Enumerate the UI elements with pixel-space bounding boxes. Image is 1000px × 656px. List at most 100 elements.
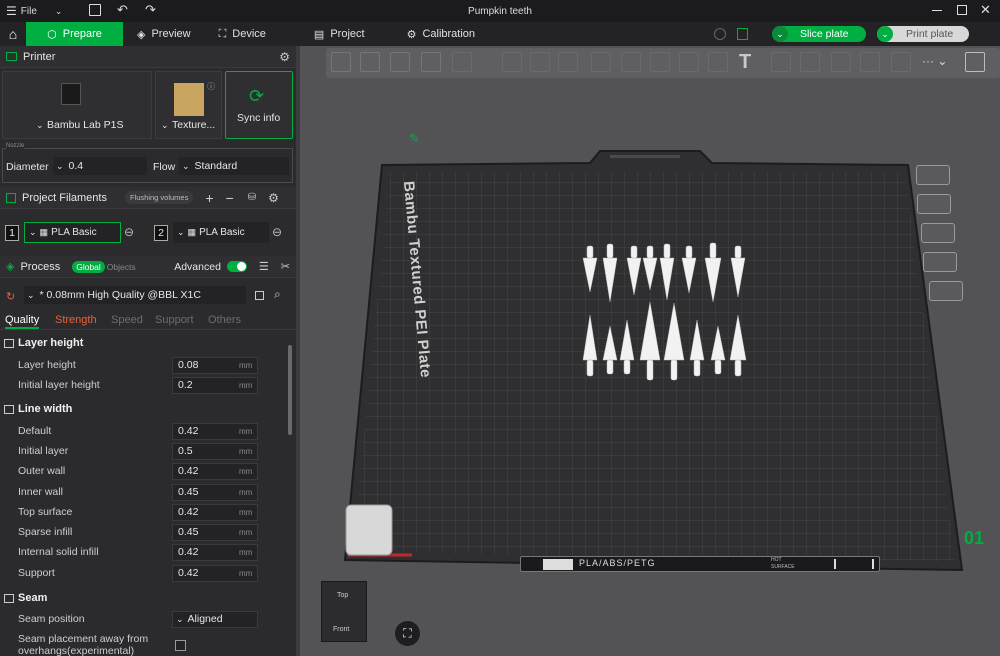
tab-prepare[interactable]: ⬡ Prepare: [26, 22, 123, 46]
advanced-label: Advanced: [174, 260, 221, 273]
setting-label: Initial layer height: [18, 379, 100, 391]
unit-label: mm: [239, 466, 253, 476]
cube-icon: ⬡: [47, 28, 57, 41]
nozzle-legend: Nozzle: [6, 143, 25, 149]
file-menu[interactable]: ☰ File ⌄: [6, 0, 62, 22]
close-icon[interactable]: ✕: [980, 2, 991, 18]
minimize-icon[interactable]: [932, 10, 942, 11]
process-header-label: Process: [20, 260, 61, 273]
tab-calibration[interactable]: ⚙ Calibration: [393, 22, 489, 46]
chevron-down-icon: ⌄: [177, 227, 185, 237]
chevron-down-icon[interactable]: ⌄: [55, 6, 63, 17]
unit-label: mm: [239, 507, 253, 517]
filament-slot-2[interactable]: 2 ⌄ ▦ PLA Basic ⊖: [154, 222, 289, 244]
view-cube[interactable]: Top Front: [321, 581, 367, 642]
globe-icon[interactable]: [714, 28, 726, 40]
unit-label: mm: [239, 446, 253, 456]
global-toggle[interactable]: Global: [72, 260, 105, 273]
diameter-select[interactable]: ⌄ 0.4: [53, 157, 147, 175]
print-plate-label: Print plate: [906, 28, 954, 40]
setting-row: Seam position ⌄ Aligned: [0, 609, 296, 629]
view-front-label[interactable]: Front: [333, 626, 349, 633]
home-icon: ⌂: [8, 26, 18, 42]
3d-viewport[interactable]: T ··· ⌄ Bambu Textured PEI Plate ✎ PLA/A…: [300, 46, 1000, 656]
flushing-volumes-button[interactable]: Flushing volumes: [124, 191, 194, 204]
list-icon[interactable]: ☰: [259, 260, 269, 273]
lock-plate-icon[interactable]: [923, 252, 957, 272]
diameter-label: Diameter: [6, 161, 49, 173]
setting-label: Top surface: [18, 506, 73, 518]
slice-plate-label: Slice plate: [800, 28, 849, 40]
auto-orient-plate-icon[interactable]: [917, 194, 951, 214]
subtab-quality[interactable]: Quality: [5, 314, 40, 329]
save-preset-icon[interactable]: [255, 291, 264, 300]
layer-height-section: Layer height: [4, 337, 83, 349]
sync-info-label: Sync info: [237, 112, 281, 124]
print-plate-button[interactable]: ⌄ Print plate: [877, 26, 969, 42]
chevron-down-icon: ⌄: [27, 289, 35, 300]
view-top-label[interactable]: Top: [337, 592, 348, 599]
hot-surface-text: HOT: [771, 557, 782, 563]
plate-settings-icon[interactable]: [929, 281, 963, 301]
gear-icon[interactable]: ⚙: [268, 191, 279, 205]
chevron-down-icon: ⌄: [161, 120, 169, 130]
seam-away-checkbox[interactable]: [175, 640, 186, 651]
subtab-support[interactable]: Support: [155, 314, 194, 326]
pencil-icon[interactable]: ✎: [409, 131, 420, 147]
filament-select[interactable]: ⌄ ▦ PLA Basic: [173, 222, 269, 243]
chevron-down-icon: ⌄: [772, 26, 788, 42]
filament-select[interactable]: ⌄ ▦ PLA Basic: [24, 222, 121, 243]
subtab-others[interactable]: Others: [208, 314, 241, 326]
hamburger-icon: ☰: [6, 4, 17, 18]
tab-preview[interactable]: ◈ Preview: [123, 22, 205, 46]
save-icon[interactable]: [89, 4, 101, 16]
search-icon[interactable]: ⌕: [274, 287, 281, 302]
info-icon[interactable]: ⓘ: [207, 81, 215, 92]
filament-remove-icon[interactable]: ⊖: [272, 225, 282, 239]
plate-strip: PLA/ABS/PETG HOT SURFACE: [520, 556, 880, 572]
plate-card[interactable]: ⓘ ⌄ Texture...: [155, 71, 222, 139]
gear-icon[interactable]: ⚙: [279, 50, 290, 64]
tools-icon[interactable]: ✂: [281, 260, 290, 273]
tab-device[interactable]: ⛶ Device: [205, 22, 280, 46]
setting-row: Internal solid infill 0.42 mm: [0, 542, 296, 562]
setting-label: Default: [18, 425, 52, 437]
objects-toggle[interactable]: Objects: [107, 262, 136, 272]
setting-label: Seam position: [18, 613, 85, 625]
undo-icon[interactable]: ↶: [117, 2, 128, 18]
setting-row: Outer wall 0.42 mm: [0, 461, 296, 481]
process-preset-select[interactable]: ⌄ * 0.08mm High Quality @BBL X1C: [24, 286, 246, 304]
slice-plate-button[interactable]: ⌄ Slice plate: [772, 26, 866, 42]
flow-select[interactable]: ⌄ Standard: [179, 157, 289, 175]
advanced-switch[interactable]: [226, 261, 247, 272]
redo-icon[interactable]: ↷: [145, 2, 156, 18]
remove-filament-icon[interactable]: −: [226, 190, 234, 206]
export-icon[interactable]: [737, 28, 748, 40]
filament-settings-icon[interactable]: ⛁: [248, 192, 256, 203]
tab-project[interactable]: ▤ Project: [300, 22, 379, 46]
arrange-plate-icon[interactable]: [921, 223, 955, 243]
maximize-icon[interactable]: [957, 5, 967, 15]
unit-label: mm: [239, 568, 253, 578]
remove-plate-icon[interactable]: [916, 165, 950, 185]
seam-position-select[interactable]: ⌄ Aligned: [172, 610, 258, 628]
device-icon: ⛶: [218, 27, 227, 40]
plate-strip-icons: [834, 559, 874, 569]
sidebar-scrollbar[interactable]: [288, 345, 292, 435]
switch-knob: [236, 262, 246, 271]
filament-remove-icon[interactable]: ⊖: [124, 225, 134, 239]
subtab-speed[interactable]: Speed: [111, 314, 143, 326]
subtab-strength[interactable]: Strength: [55, 314, 97, 326]
fit-view-button[interactable]: ⛶: [395, 621, 420, 646]
add-filament-icon[interactable]: +: [205, 190, 213, 206]
plate-strip-icons: [543, 559, 573, 570]
setting-row: Support 0.42 mm: [0, 563, 296, 583]
layers-icon: ◈: [137, 28, 146, 41]
filament-slot-1[interactable]: 1 ⌄ ▦ PLA Basic ⊖: [5, 222, 140, 244]
origin-cube: [345, 504, 393, 556]
sync-info-button[interactable]: ⟳ Sync info: [225, 71, 293, 139]
home-button[interactable]: ⌂: [0, 22, 26, 46]
preset-refresh-icon[interactable]: ↻: [6, 290, 15, 303]
unit-label: mm: [239, 527, 253, 537]
printer-card[interactable]: ⌄ Bambu Lab P1S: [2, 71, 152, 139]
